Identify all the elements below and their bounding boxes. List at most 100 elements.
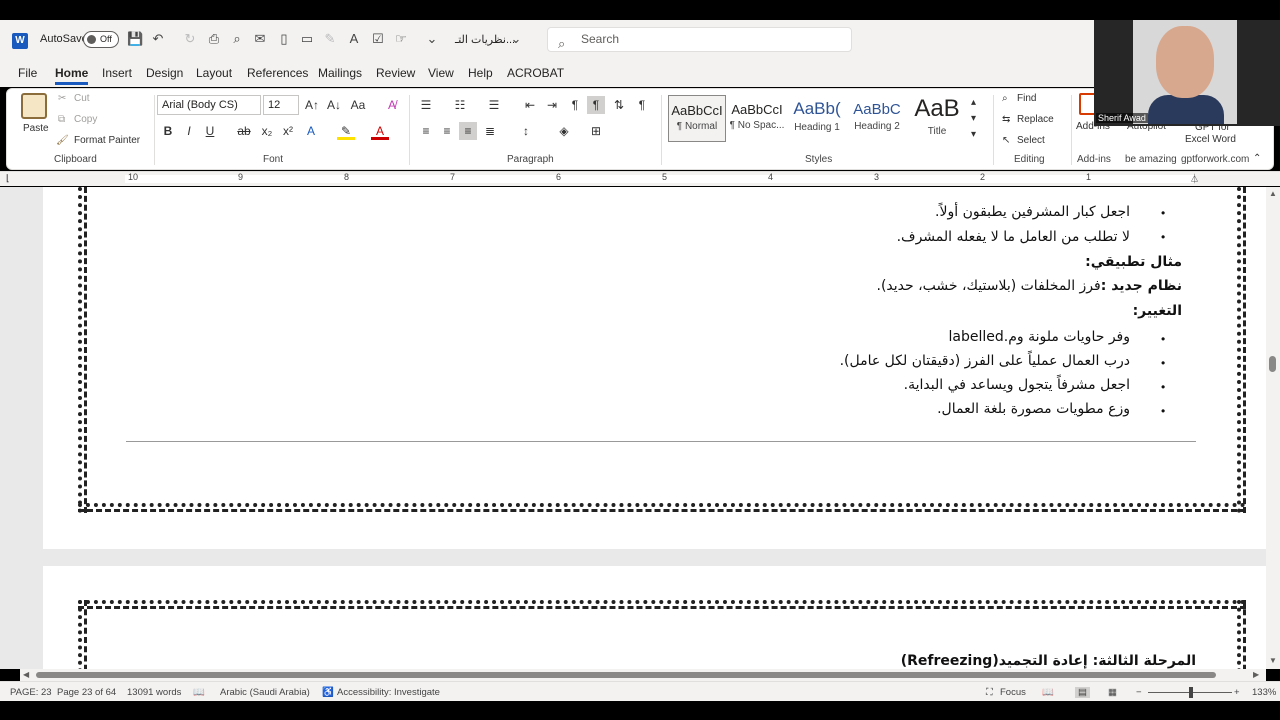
font-name-select[interactable]: Arial (Body CS) [157, 95, 261, 115]
style-heading-2[interactable]: AaBbC Heading 2 [848, 95, 906, 142]
h-scroll-thumb[interactable] [36, 672, 1216, 678]
language-indicator[interactable]: Arabic (Saudi Arabia) [220, 687, 310, 698]
copy-icon[interactable]: ⧉ [58, 114, 65, 125]
align-left-icon[interactable]: ≡ [417, 122, 435, 140]
collapse-ribbon-icon[interactable]: ⌃ [1253, 153, 1261, 164]
format-painter-icon[interactable]: 🖌 [56, 135, 69, 146]
focus-mode-button[interactable]: Focus [1000, 687, 1026, 698]
tab-design[interactable]: Design [146, 66, 183, 80]
styles-scroll-up-icon[interactable]: ▴ [971, 97, 976, 108]
zoom-in-icon[interactable]: + [1234, 687, 1240, 698]
tab-review[interactable]: Review [376, 66, 415, 80]
gpt-excel-word-button[interactable]: Excel Word [1185, 134, 1236, 145]
format-painter-button[interactable]: Format Painter [74, 135, 140, 146]
tab-mailings[interactable]: Mailings [318, 66, 362, 80]
text-effects-icon[interactable]: A [302, 122, 320, 140]
read-mode-icon[interactable]: 📖 [1042, 687, 1054, 698]
tab-view[interactable]: View [428, 66, 454, 80]
redo-icon[interactable]: ↻ [182, 31, 198, 47]
multilevel-list-icon[interactable]: ☰ [485, 96, 503, 114]
page-indicator[interactable]: PAGE: 23 [10, 687, 52, 698]
ltr-direction-icon[interactable]: ¶ [566, 96, 584, 114]
clear-formatting-icon[interactable]: A̸ [383, 96, 401, 114]
new-document-icon[interactable]: ▯ [276, 31, 292, 47]
find-icon[interactable]: ⌕ [1002, 93, 1008, 104]
styles-more-icon[interactable]: ▾ [971, 129, 976, 140]
sort-icon[interactable]: ⇅ [610, 96, 628, 114]
font-size-select[interactable]: 12 [263, 95, 299, 115]
line-spacing-icon[interactable]: ↕ [517, 122, 535, 140]
grow-font-icon[interactable]: A↑ [303, 96, 321, 114]
print-icon[interactable]: ⎙ [206, 31, 222, 47]
tab-help[interactable]: Help [468, 66, 493, 80]
rtl-direction-icon[interactable]: ¶ [587, 96, 605, 114]
title-chevron-down-icon[interactable]: ⌄ [508, 31, 524, 47]
zoom-level[interactable]: 133% [1252, 687, 1276, 698]
align-center-icon[interactable]: ≡ [438, 122, 456, 140]
change-case-icon[interactable]: Aa [349, 96, 367, 114]
vertical-scrollbar[interactable]: ▲ ▼ [1266, 187, 1280, 669]
save-icon[interactable]: 💾 [127, 31, 143, 47]
undo-icon[interactable]: ↶ [150, 31, 166, 47]
bold-icon[interactable]: B [159, 122, 177, 140]
tab-acrobat[interactable]: ACROBAT [507, 66, 564, 80]
accessibility-icon[interactable]: ♿ [322, 687, 334, 698]
font-color-icon[interactable]: A [371, 122, 389, 140]
highlight-icon[interactable]: ✎ [337, 122, 355, 140]
web-layout-icon[interactable]: ▦ [1108, 687, 1117, 698]
tab-home[interactable]: Home [55, 66, 89, 85]
accessibility-status[interactable]: Accessibility: Investigate [337, 687, 440, 698]
italic-icon[interactable]: I [180, 122, 198, 140]
paste-icon[interactable] [21, 93, 47, 119]
horizontal-scrollbar[interactable]: ◀ ▶ [20, 669, 1266, 681]
shading-icon[interactable]: ◈ [555, 122, 573, 140]
focus-icon[interactable]: ⛶ [986, 687, 993, 698]
proofing-icon[interactable]: 📖 [193, 687, 205, 698]
email-icon[interactable]: ✉ [252, 31, 268, 47]
select-button[interactable]: Select [1017, 135, 1045, 146]
scroll-up-icon[interactable]: ▲ [1269, 189, 1277, 198]
style-normal[interactable]: AaBbCcI ¶ Normal [668, 95, 726, 142]
select-icon[interactable]: ↖ [1002, 135, 1010, 146]
spelling-icon[interactable]: ☑ [370, 31, 386, 47]
tab-insert[interactable]: Insert [102, 66, 132, 80]
scroll-right-icon[interactable]: ▶ [1253, 670, 1259, 679]
scroll-thumb[interactable] [1269, 356, 1276, 372]
increase-indent-icon[interactable]: ⇥ [543, 96, 561, 114]
style-title[interactable]: AaB Title [908, 95, 966, 142]
open-folder-icon[interactable]: ▭ [299, 31, 315, 47]
strikethrough-icon[interactable]: ab [235, 122, 253, 140]
numbering-icon[interactable]: ☷ [451, 96, 469, 114]
tab-selector-icon[interactable]: ⌊ [6, 173, 10, 184]
paste-button[interactable]: Paste [23, 123, 49, 134]
style-no-spacing[interactable]: AaBbCcI ¶ No Spac... [728, 95, 786, 142]
zoom-slider-thumb[interactable] [1189, 687, 1193, 698]
align-right-icon[interactable]: ≡ [459, 122, 477, 140]
find-button[interactable]: Find [1017, 93, 1036, 104]
decrease-indent-icon[interactable]: ⇤ [521, 96, 539, 114]
justify-icon[interactable]: ≣ [481, 122, 499, 140]
indent-marker-icon[interactable]: ⏃ [1190, 172, 1199, 185]
touch-mode-icon[interactable]: ☞ [393, 31, 409, 47]
cut-icon[interactable]: ✂ [58, 93, 66, 104]
bullets-icon[interactable]: ☰ [417, 96, 435, 114]
tab-references[interactable]: References [247, 66, 308, 80]
autosave-toggle[interactable]: Off [83, 31, 119, 48]
read-aloud-icon[interactable]: A [346, 31, 362, 47]
cut-button[interactable]: Cut [74, 93, 90, 104]
scroll-left-icon[interactable]: ◀ [23, 670, 29, 679]
print-preview-icon[interactable]: ⌕ [229, 31, 245, 47]
copy-button[interactable]: Copy [74, 114, 97, 125]
show-formatting-icon[interactable]: ¶ [633, 96, 651, 114]
tab-layout[interactable]: Layout [196, 66, 232, 80]
replace-button[interactable]: Replace [1017, 114, 1054, 125]
subscript-icon[interactable]: x₂ [258, 122, 276, 140]
styles-scroll-down-icon[interactable]: ▾ [971, 113, 976, 124]
search-input[interactable]: ⌕ Search [547, 27, 852, 52]
tab-file[interactable]: File [18, 66, 37, 80]
print-layout-icon[interactable]: ▤ [1075, 687, 1090, 698]
word-count[interactable]: 13091 words [127, 687, 181, 698]
page-count[interactable]: Page 23 of 64 [57, 687, 116, 698]
replace-icon[interactable]: ⇆ [1002, 114, 1010, 125]
superscript-icon[interactable]: x² [279, 122, 297, 140]
